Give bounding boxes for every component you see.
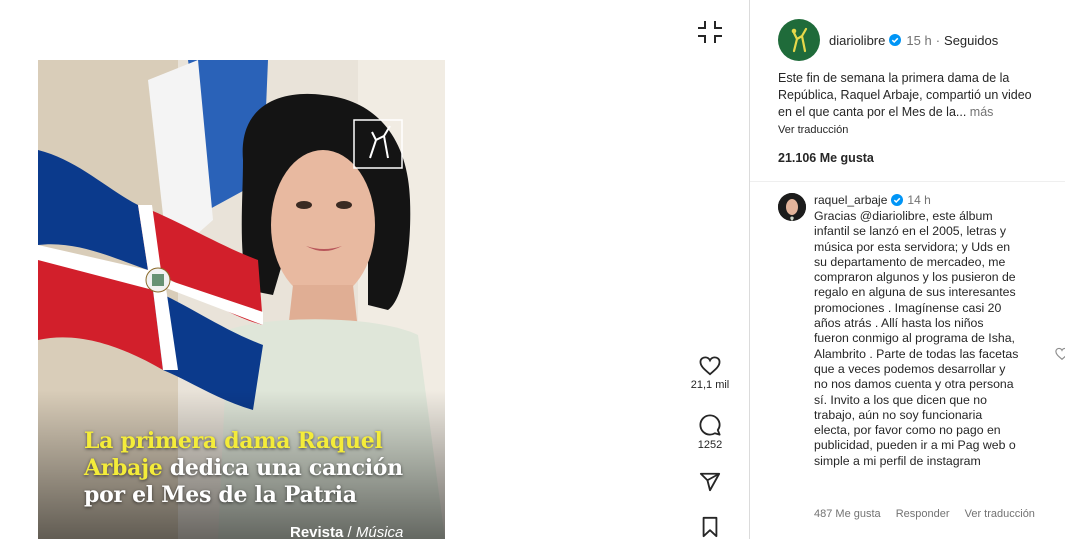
bookmark-icon[interactable] [700, 516, 720, 538]
post-caption: Este fin de semana la primera dama de la… [778, 70, 1048, 121]
brand-logo-icon [791, 27, 808, 53]
header-separator: · [935, 32, 941, 48]
avatar-photo [778, 193, 806, 221]
verified-badge-icon [889, 34, 902, 46]
share-action[interactable] [690, 471, 730, 493]
comment-time[interactable]: 14 h [907, 193, 930, 207]
comment-footer: 487 Me gusta Responder Ver traducción [814, 508, 1047, 520]
account-avatar[interactable] [778, 19, 820, 61]
caption-text: Este fin de semana la primera dama de la… [778, 71, 1032, 119]
verified-badge-icon [891, 194, 904, 206]
post-headline: La primera dama Raquel Arbaje dedica una… [84, 428, 444, 509]
divider [750, 181, 1065, 182]
save-action[interactable] [690, 516, 730, 538]
section-bold: Revista [290, 524, 344, 539]
comment-likes[interactable]: 487 Me gusta [814, 508, 881, 520]
section-tag: Revista / Música [290, 524, 403, 539]
collapse-icon[interactable] [697, 19, 723, 45]
heart-icon[interactable] [699, 356, 721, 376]
comment-see-translation[interactable]: Ver traducción [965, 508, 1035, 520]
account-username[interactable]: diariolibre [829, 33, 885, 48]
send-icon[interactable] [699, 471, 721, 493]
section-separator: / [343, 524, 356, 539]
comment-text: Gracias @diariolibre, este álbum infanti… [814, 209, 1019, 468]
caption-more-link[interactable]: más [970, 105, 994, 119]
following-button[interactable]: Seguidos [944, 33, 998, 48]
caption-see-translation[interactable]: Ver traducción [778, 124, 848, 136]
likes-count: 21,1 mil [690, 379, 730, 391]
section-sub: Música [355, 524, 404, 539]
comment-heart-icon[interactable] [1055, 347, 1065, 361]
comment-avatar[interactable] [778, 193, 806, 221]
comment-header: raquel_arbaje 14 h [814, 193, 931, 207]
post-time[interactable]: 15 h [906, 33, 931, 48]
comments-count: 1252 [697, 439, 723, 451]
comment-action[interactable]: 1252 [690, 414, 730, 451]
post-details-panel: diariolibre 15 h · Seguidos Este fin de … [749, 0, 1065, 539]
like-action[interactable]: 21,1 mil [690, 356, 730, 391]
post-image[interactable]: La primera dama Raquel Arbaje dedica una… [38, 60, 445, 539]
likes-label[interactable]: 21.106 Me gusta [778, 151, 874, 165]
comment-username[interactable]: raquel_arbaje [814, 193, 887, 207]
comment-icon[interactable] [699, 414, 721, 436]
post-header: diariolibre 15 h · Seguidos [778, 19, 998, 61]
comment-reply-button[interactable]: Responder [896, 508, 950, 520]
